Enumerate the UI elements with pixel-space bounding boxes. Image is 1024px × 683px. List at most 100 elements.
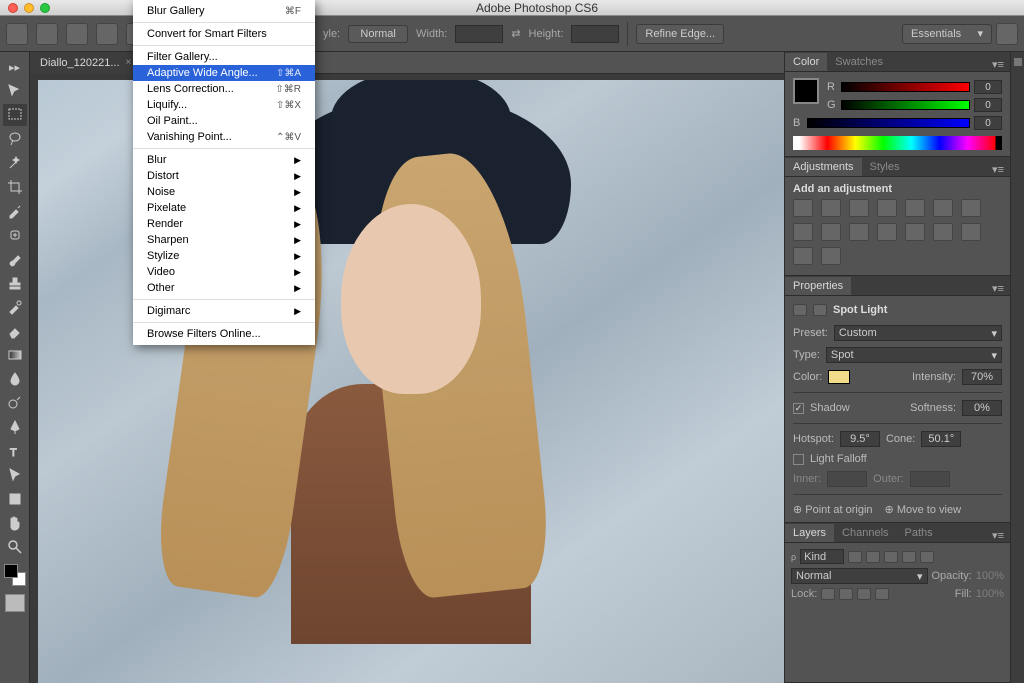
menu-item-render[interactable]: Render▶ <box>133 216 315 232</box>
menu-item-distort[interactable]: Distort▶ <box>133 168 315 184</box>
width-field[interactable] <box>455 25 503 43</box>
adj-threshold-icon[interactable] <box>961 223 981 241</box>
type-select[interactable]: Spot▾ <box>826 347 1002 363</box>
wand-tool[interactable] <box>3 152 27 174</box>
adj-bw-icon[interactable] <box>793 223 813 241</box>
menu-item-vanishing-point-[interactable]: Vanishing Point...⌃⌘V <box>133 129 315 145</box>
menu-item-stylize[interactable]: Stylize▶ <box>133 248 315 264</box>
menu-item-convert-smart[interactable]: Convert for Smart Filters <box>133 26 315 42</box>
adj-photofilter-icon[interactable] <box>821 223 841 241</box>
point-origin-button[interactable]: ⊕ Point at origin <box>793 503 873 516</box>
style-select[interactable]: Normal <box>348 25 408 43</box>
menu-item-adaptive-wide-angle-[interactable]: Adaptive Wide Angle...⇧⌘A <box>133 65 315 81</box>
quick-mask-icon[interactable] <box>5 594 25 612</box>
color-current-swatch[interactable] <box>793 78 819 104</box>
falloff-checkbox[interactable] <box>793 454 804 465</box>
menu-item-oil-paint-[interactable]: Oil Paint... <box>133 113 315 129</box>
panel-menu-icon[interactable]: ▾≡ <box>986 58 1010 71</box>
swap-icon[interactable]: ⇄ <box>511 27 520 40</box>
blur-tool[interactable] <box>3 368 27 390</box>
menu-item-filter-gallery-[interactable]: Filter Gallery... <box>133 49 315 65</box>
menu-item-browse[interactable]: Browse Filters Online... <box>133 326 315 342</box>
menu-item-pixelate[interactable]: Pixelate▶ <box>133 200 315 216</box>
intensity-value[interactable]: 70% <box>962 369 1002 385</box>
marquee-option-1-icon[interactable] <box>36 23 58 45</box>
menu-item-lens-correction-[interactable]: Lens Correction...⇧⌘R <box>133 81 315 97</box>
blend-mode-select[interactable]: Normal▾ <box>791 568 928 584</box>
adj-vibrance-icon[interactable] <box>905 199 925 217</box>
hand-tool[interactable] <box>3 512 27 534</box>
tab-layers[interactable]: Layers <box>785 524 834 542</box>
tab-color[interactable]: Color <box>785 53 827 71</box>
filter-type-icon[interactable] <box>884 551 898 563</box>
move-view-button[interactable]: ⊕ Move to view <box>885 503 961 516</box>
lock-all-icon[interactable] <box>875 588 889 600</box>
shape-tool[interactable] <box>3 488 27 510</box>
tab-paths[interactable]: Paths <box>897 524 941 542</box>
tab-adjustments[interactable]: Adjustments <box>785 158 862 176</box>
menu-item-blur-gallery[interactable]: Blur Gallery⌘F <box>133 3 315 19</box>
adj-selective-icon[interactable] <box>821 247 841 265</box>
tab-channels[interactable]: Channels <box>834 524 896 542</box>
zoom-window-icon[interactable] <box>40 3 50 13</box>
adj-colorbal-icon[interactable] <box>961 199 981 217</box>
hotspot-value[interactable]: 9.5° <box>840 431 880 447</box>
adj-lookup-icon[interactable] <box>877 223 897 241</box>
brush-tool[interactable] <box>3 248 27 270</box>
menu-item-blur[interactable]: Blur▶ <box>133 152 315 168</box>
layer-kind-select[interactable]: Kind <box>800 549 844 564</box>
r-slider[interactable] <box>841 82 970 92</box>
spectrum-ramp[interactable] <box>793 136 1002 150</box>
tab-swatches[interactable]: Swatches <box>827 53 891 71</box>
tab-styles[interactable]: Styles <box>862 158 908 176</box>
lock-pos-icon[interactable] <box>857 588 871 600</box>
menu-item-digimarc[interactable]: Digimarc▶ <box>133 303 315 319</box>
eyedropper-tool[interactable] <box>3 200 27 222</box>
menu-item-sharpen[interactable]: Sharpen▶ <box>133 232 315 248</box>
crop-tool[interactable] <box>3 176 27 198</box>
b-value[interactable]: 0 <box>974 116 1002 130</box>
pen-tool[interactable] <box>3 416 27 438</box>
adj-curves-icon[interactable] <box>849 199 869 217</box>
panel-menu-icon[interactable]: ▾≡ <box>986 163 1010 176</box>
close-tab-icon[interactable]: × <box>126 57 132 68</box>
marquee-tool[interactable] <box>3 104 27 126</box>
filter-shape-icon[interactable] <box>902 551 916 563</box>
shadow-checkbox[interactable]: ✓ <box>793 403 804 414</box>
lasso-tool[interactable] <box>3 128 27 150</box>
b-slider[interactable] <box>807 118 970 128</box>
panel-menu-icon[interactable]: ▾≡ <box>986 529 1010 542</box>
close-window-icon[interactable] <box>8 3 18 13</box>
light-color-swatch[interactable] <box>828 370 850 384</box>
foreground-background-swatch[interactable] <box>4 564 26 586</box>
menu-item-other[interactable]: Other▶ <box>133 280 315 296</box>
path-select-tool[interactable] <box>3 464 27 486</box>
marquee-option-2-icon[interactable] <box>66 23 88 45</box>
menu-item-noise[interactable]: Noise▶ <box>133 184 315 200</box>
tab-grip-icon[interactable]: ▸▸ <box>3 56 27 78</box>
adj-invert-icon[interactable] <box>905 223 925 241</box>
panel-menu-icon[interactable]: ▾≡ <box>986 282 1010 295</box>
g-value[interactable]: 0 <box>974 98 1002 112</box>
g-slider[interactable] <box>841 100 970 110</box>
adj-levels-icon[interactable] <box>821 199 841 217</box>
dock-grip-icon[interactable] <box>1014 58 1022 66</box>
gradient-tool[interactable] <box>3 344 27 366</box>
dodge-tool[interactable] <box>3 392 27 414</box>
minimize-window-icon[interactable] <box>24 3 34 13</box>
adj-chanmix-icon[interactable] <box>849 223 869 241</box>
workspace-select[interactable]: Essentials▾ <box>902 24 992 44</box>
history-brush-tool[interactable] <box>3 296 27 318</box>
fill-value[interactable]: 100% <box>976 588 1004 600</box>
marquee-option-3-icon[interactable] <box>96 23 118 45</box>
softness-value[interactable]: 0% <box>962 400 1002 416</box>
tool-preset-icon[interactable] <box>6 23 28 45</box>
adj-brightness-icon[interactable] <box>793 199 813 217</box>
adj-hue-icon[interactable] <box>933 199 953 217</box>
opacity-value[interactable]: 100% <box>976 570 1004 582</box>
adj-exposure-icon[interactable] <box>877 199 897 217</box>
heal-tool[interactable] <box>3 224 27 246</box>
r-value[interactable]: 0 <box>974 80 1002 94</box>
zoom-tool[interactable] <box>3 536 27 558</box>
height-field[interactable] <box>571 25 619 43</box>
